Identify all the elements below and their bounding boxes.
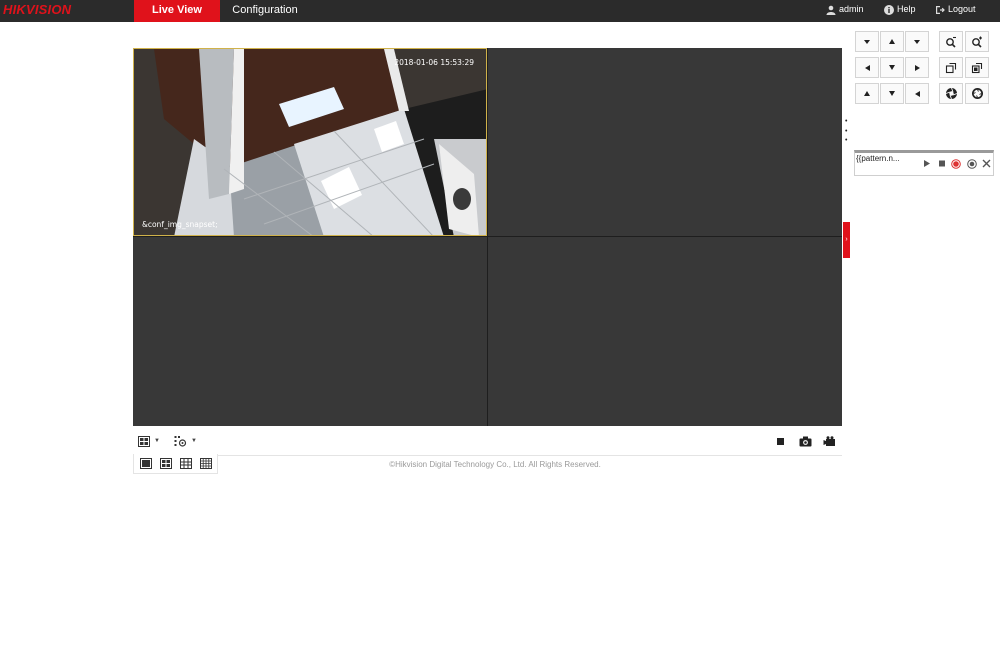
osd-camera-name: &conf_img_snapset;	[142, 220, 218, 229]
up-right-arrow-icon	[914, 39, 920, 44]
record-icon[interactable]	[951, 159, 961, 169]
tab-configuration[interactable]: Configuration	[222, 0, 308, 22]
top-navigation-bar: HIKVISION Live View Configuration admin …	[0, 0, 1000, 22]
iris-close-icon	[945, 87, 957, 100]
zoom-out-button[interactable]	[939, 31, 963, 52]
osd-timestamp: 2018-01-06 15:53:29	[394, 58, 474, 67]
camera-feed-image	[134, 49, 486, 235]
camera-icon	[799, 436, 812, 446]
ptz-right-button[interactable]	[905, 57, 929, 78]
ptz-auto-button[interactable]	[880, 57, 904, 78]
grid-layout-icon	[138, 435, 150, 447]
save-record-icon[interactable]	[967, 159, 977, 169]
logout-icon	[936, 5, 945, 14]
focus-far-icon	[971, 62, 983, 73]
auto-pan-icon	[889, 65, 895, 70]
info-icon	[884, 4, 894, 15]
up-left-arrow-icon	[864, 39, 870, 44]
focus-near-icon	[945, 62, 957, 73]
left-arrow-icon	[864, 64, 870, 71]
list-item[interactable]	[845, 136, 855, 146]
video-window-2[interactable]	[488, 48, 842, 236]
stream-type-button[interactable]: ▼	[174, 434, 197, 448]
chevron-down-icon: ▼	[154, 438, 160, 444]
close-icon[interactable]	[982, 159, 991, 168]
help-label: Help	[897, 4, 916, 14]
focus-near-button[interactable]	[939, 57, 963, 78]
ptz-down-right-button[interactable]	[905, 83, 929, 104]
video-window-1[interactable]: 2018-01-06 15:53:29 &conf_img_snapset;	[133, 48, 487, 236]
down-arrow-icon	[889, 91, 895, 96]
pattern-row[interactable]: {{pattern.n...	[854, 150, 994, 176]
ptz-up-right-button[interactable]	[905, 31, 929, 52]
video-window-4[interactable]	[488, 237, 842, 426]
ptz-panel-toggle[interactable]: ›	[843, 222, 850, 258]
logout-label: Logout	[948, 4, 976, 14]
video-window-3[interactable]	[133, 237, 487, 426]
window-layout-button[interactable]: ▼	[138, 434, 160, 448]
video-record-icon	[823, 435, 835, 446]
footer-copyright: ©Hikvision Digital Technology Co., Ltd. …	[389, 460, 601, 469]
user-icon	[826, 5, 836, 15]
capture-button[interactable]	[799, 434, 812, 448]
iris-open-button[interactable]	[965, 83, 989, 104]
stop-icon	[777, 437, 784, 445]
zoom-in-icon	[972, 36, 982, 48]
tab-live-view[interactable]: Live View	[134, 0, 220, 22]
ptz-down-left-button[interactable]	[855, 83, 879, 104]
right-arrow-icon	[914, 64, 920, 71]
pattern-name: {{pattern.n...	[856, 154, 900, 163]
play-icon[interactable]	[923, 159, 931, 168]
zoom-out-icon	[946, 36, 956, 48]
record-button[interactable]	[823, 434, 836, 448]
zoom-in-button[interactable]	[965, 31, 989, 52]
preset-list	[845, 117, 855, 146]
list-item[interactable]	[845, 127, 855, 137]
live-view-toolbar: ▼ ▼	[133, 427, 842, 456]
username-label: admin	[839, 4, 864, 14]
ptz-down-button[interactable]	[880, 83, 904, 104]
stop-icon[interactable]	[938, 159, 946, 168]
list-item[interactable]	[845, 117, 855, 127]
down-right-arrow-icon	[914, 90, 920, 97]
ptz-up-button[interactable]	[880, 31, 904, 52]
iris-close-button[interactable]	[939, 83, 963, 104]
focus-far-button[interactable]	[965, 57, 989, 78]
iris-open-icon	[971, 88, 983, 99]
user-menu[interactable]: admin	[826, 0, 864, 22]
video-grid: 2018-01-06 15:53:29 &conf_img_snapset;	[133, 48, 842, 426]
ptz-left-button[interactable]	[855, 57, 879, 78]
chevron-right-icon: ›	[845, 236, 848, 243]
chevron-down-icon: ▼	[191, 438, 197, 444]
down-left-arrow-icon	[864, 91, 870, 96]
logout-link[interactable]: Logout	[935, 0, 976, 22]
brand-logo: HIKVISION	[3, 2, 72, 17]
stop-all-button[interactable]	[776, 434, 785, 448]
help-link[interactable]: Help	[884, 0, 916, 22]
stream-settings-icon	[174, 436, 187, 447]
up-arrow-icon	[889, 39, 895, 44]
ptz-up-left-button[interactable]	[855, 31, 879, 52]
